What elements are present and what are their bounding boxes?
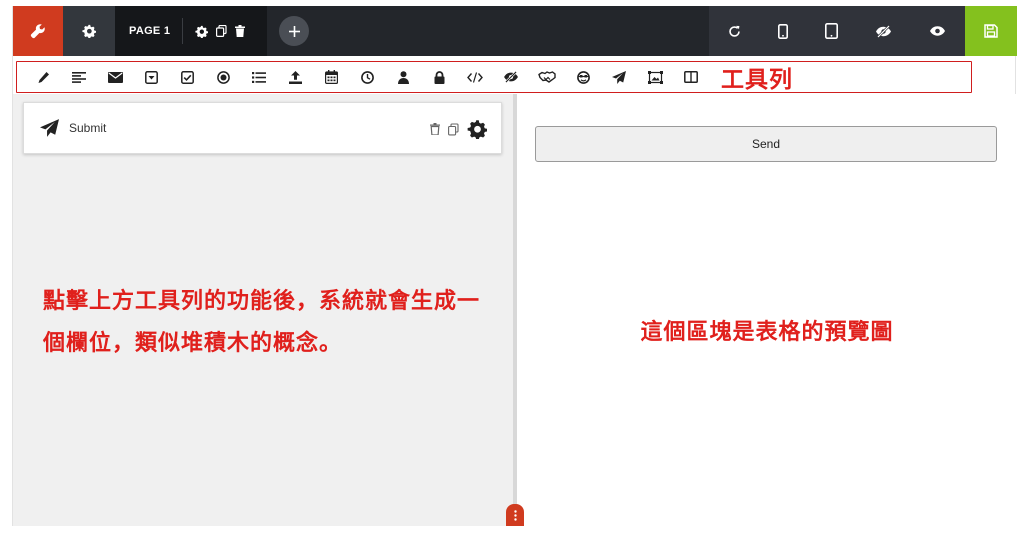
dropdown-icon [144,70,158,84]
tool-columns[interactable] [673,63,709,91]
tool-dropdown[interactable] [133,63,169,91]
list-icon [252,71,266,83]
refresh-icon [728,25,740,37]
plus-icon [288,25,300,37]
gear-icon [195,25,209,38]
save-button[interactable] [965,6,1017,56]
paper-plane-icon [40,119,59,137]
lock-icon [434,70,444,84]
vertical-dots-icon [513,509,517,521]
tablet-icon [824,23,838,39]
calendar-icon [324,70,338,84]
builder-canvas: Submit 點擊上方工具列的功能後，系統就會生成一個欄位，類似堆積木的概念。 [13,94,513,526]
tool-password[interactable] [421,63,457,91]
form-settings-button[interactable] [63,6,115,56]
view-controls [709,6,965,56]
page-tab-divider [182,18,184,44]
page-tab-label: PAGE 1 [129,25,171,37]
resize-handle[interactable] [506,504,524,526]
toolbar-annotation: 工具列 [721,66,793,92]
tool-name[interactable] [385,63,421,91]
eye-slash-icon [876,24,892,38]
columns-icon [684,71,698,83]
tool-rating[interactable] [565,63,601,91]
trash-icon [430,123,440,135]
send-button[interactable]: Send [535,126,997,162]
image-icon [647,70,663,84]
add-page-button[interactable] [279,16,309,46]
tool-hidden[interactable] [493,63,529,91]
form-preview: Send 這個區塊是表格的預覽圖 [517,94,1017,526]
tool-image[interactable] [637,63,673,91]
align-left-icon [72,71,86,83]
eye-slash-icon [504,71,518,83]
top-bar: PAGE 1 [13,6,1017,56]
save-icon [984,24,998,38]
tool-time[interactable] [349,63,385,91]
tool-file-upload[interactable] [277,63,313,91]
envelope-icon [107,71,123,83]
tool-date[interactable] [313,63,349,91]
tool-submit[interactable] [601,63,637,91]
checkbox-icon [180,70,194,84]
page-settings-button[interactable] [195,25,209,38]
copy-icon [216,25,227,37]
page-delete-button[interactable] [235,25,246,37]
mobile-view-button[interactable] [777,23,788,39]
submit-field-card[interactable]: Submit [23,102,502,154]
builder-tools-button[interactable] [13,6,63,56]
tablet-view-button[interactable] [824,23,838,39]
tool-checkbox[interactable] [169,63,205,91]
radio-icon [216,70,230,84]
wrench-icon [30,24,45,39]
code-icon [467,71,483,83]
field-label: Submit [69,121,107,135]
gear-icon [82,24,96,38]
tool-email[interactable] [97,63,133,91]
field-copy-button[interactable] [448,122,459,136]
field-settings-button[interactable] [467,119,487,139]
tool-list[interactable] [241,63,277,91]
field-delete-button[interactable] [430,123,440,135]
smiley-icon [576,70,590,84]
trash-icon [235,25,246,37]
upload-icon [288,70,302,84]
preview-button[interactable] [929,25,946,37]
hide-button[interactable] [875,24,892,38]
paper-plane-icon [612,70,626,84]
tool-radio[interactable] [205,63,241,91]
handshake-icon [538,71,556,83]
page-tab[interactable]: PAGE 1 [115,6,267,56]
gear-icon [467,120,487,139]
page-copy-button[interactable] [216,25,227,37]
clock-icon [360,70,374,84]
mobile-icon [777,23,788,39]
tool-text-field[interactable] [25,63,61,91]
builder-annotation: 點擊上方工具列的功能後，系統就會生成一個欄位，類似堆積木的概念。 [43,288,481,355]
field-actions [422,103,487,155]
eye-icon [930,26,946,36]
app-frame: PAGE 1 工具列 Submit 點擊上方工具列的功能後，系統就會生成一個欄位… [12,6,1017,526]
refresh-button[interactable] [728,25,741,38]
copy-icon [448,122,459,135]
tool-textarea[interactable] [61,63,97,91]
field-toolbar: 工具列 [16,61,972,93]
tool-consent[interactable] [529,63,565,91]
preview-annotation: 這個區塊是表格的預覽圖 [640,319,894,344]
pencil-icon [38,71,49,83]
user-icon [397,70,409,84]
tool-html[interactable] [457,63,493,91]
